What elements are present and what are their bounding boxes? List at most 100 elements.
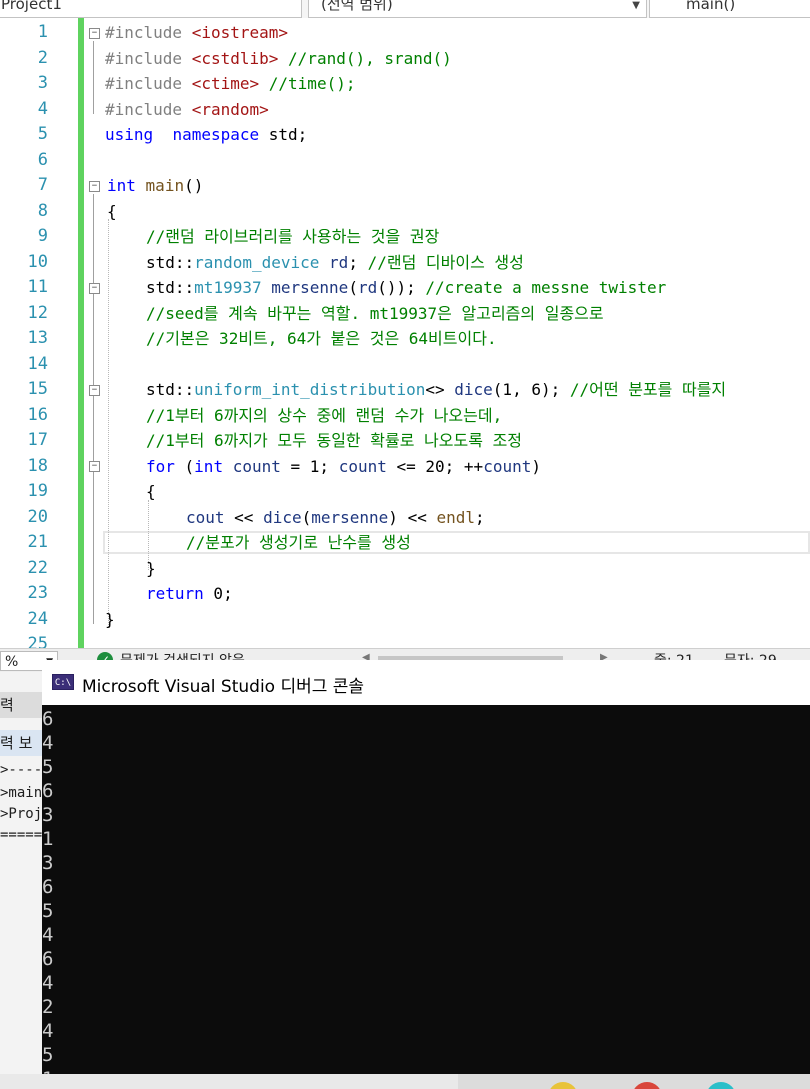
- console-output-line: 4: [42, 1020, 54, 1042]
- code-line[interactable]: }: [105, 607, 115, 633]
- code-token: //rand(), srand(): [278, 48, 452, 68]
- code-token: #include: [105, 23, 192, 42]
- code-line[interactable]: std::mt19937 mersenne(rd()); //create a …: [146, 275, 666, 301]
- line-number: 19: [27, 481, 48, 501]
- code-line[interactable]: int main(): [107, 173, 203, 199]
- code-token: std::: [146, 252, 195, 272]
- code-token: rd: [329, 252, 349, 272]
- console-output-line: 4: [42, 924, 54, 946]
- code-line[interactable]: {: [107, 199, 117, 225]
- code-line[interactable]: //1부터 6까지의 상수 중에 랜덤 수가 나오는데,: [146, 403, 502, 429]
- outline-line: [93, 399, 94, 446]
- code-line[interactable]: return 0;: [146, 581, 233, 607]
- code-token: for: [146, 456, 175, 476]
- code-token: std::: [146, 278, 195, 297]
- line-number: 3: [37, 73, 48, 93]
- console-output-line: 1: [42, 828, 54, 850]
- code-token: ;: [348, 252, 368, 272]
- console-output-line: 5: [42, 1044, 54, 1066]
- code-token: rd: [357, 278, 378, 297]
- code-token: //time();: [259, 74, 356, 93]
- code-line[interactable]: //1부터 6까지가 모두 동일한 확률로 나오도록 조정: [146, 428, 522, 454]
- code-token: (: [348, 278, 358, 297]
- console-output-line: 4: [42, 732, 54, 754]
- line-number: 20: [27, 506, 48, 527]
- code-token: random_device: [194, 252, 320, 272]
- code-token: }: [146, 558, 156, 578]
- code-line[interactable]: {: [146, 479, 156, 505]
- member-dropdown-label: main(): [686, 0, 736, 13]
- line-number: 9: [37, 226, 48, 246]
- code-token: int: [107, 176, 136, 195]
- scope-dropdown[interactable]: (전역 범위) ▼: [308, 0, 647, 18]
- code-line[interactable]: std::random_device rd; //랜덤 디바이스 생성: [146, 250, 524, 276]
- outline-line: [93, 297, 94, 357]
- navigation-bar: Project1 (전역 범위) ▼ main(): [0, 0, 810, 19]
- taskbar: [0, 1074, 810, 1089]
- code-line[interactable]: for (int count = 1; count <= 20; ++count…: [146, 454, 541, 480]
- line-number: 25: [27, 634, 48, 648]
- output-line: >main: [0, 785, 42, 801]
- chevron-down-icon: ▼: [632, 0, 640, 11]
- code-line[interactable]: //분포가 생성기로 난수를 생성: [186, 530, 411, 556]
- collapse-icon[interactable]: −: [89, 181, 100, 192]
- taskbar-area: [458, 1074, 810, 1089]
- line-number: 15: [27, 379, 48, 399]
- code-line[interactable]: cout << dice(mersenne) << endl;: [186, 505, 485, 531]
- code-line[interactable]: //기본은 32비트, 64가 붙은 것은 64비트이다.: [146, 326, 497, 352]
- line-number: 22: [27, 557, 48, 578]
- code-token: ());: [377, 278, 426, 297]
- line-number: 24: [27, 608, 48, 629]
- code-line[interactable]: #include <cstdlib> //rand(), srand(): [105, 46, 452, 72]
- debug-console-window[interactable]: C:\ Microsoft Visual Studio 디버그 콘솔 64563…: [42, 660, 810, 1074]
- code-line[interactable]: std::uniform_int_distribution<> dice(1, …: [146, 377, 726, 403]
- code-line[interactable]: #include <random>: [105, 97, 269, 123]
- code-token: dice: [263, 507, 302, 527]
- collapse-icon[interactable]: −: [89, 28, 100, 39]
- project-dropdown-label: Project1: [1, 0, 62, 13]
- code-editor[interactable]: 1 2 3 4 5 6 7 8 9 10 11 12 13 14 15 16 17 18 19 20 21 22 23 24 2…: [0, 18, 810, 648]
- code-token: //기본은 32비트, 64가 붙은 것은 64비트이다.: [146, 329, 497, 348]
- console-output-line: 2: [42, 996, 54, 1018]
- console-output-line: 6: [42, 708, 54, 730]
- code-token: int: [194, 456, 224, 476]
- code-line[interactable]: //랜덤 라이브러리를 사용하는 것을 권장: [146, 224, 439, 250]
- code-token: //create a messne twister: [425, 278, 667, 297]
- console-output-line: 6: [42, 948, 54, 970]
- line-number: 23: [27, 583, 48, 603]
- member-dropdown[interactable]: main(): [649, 0, 810, 18]
- code-token: std;: [259, 125, 308, 144]
- project-dropdown[interactable]: Project1: [0, 0, 302, 18]
- console-title: Microsoft Visual Studio 디버그 콘솔: [82, 677, 365, 697]
- console-output-line: 3: [42, 804, 54, 826]
- code-token: <= 20; ++: [386, 456, 484, 476]
- code-token: <<: [224, 507, 264, 527]
- line-number: 17: [27, 430, 48, 450]
- console-output-area[interactable]: 6456313654642451: [42, 705, 810, 1074]
- code-line[interactable]: #include <iostream>: [105, 20, 288, 46]
- console-title-bar[interactable]: C:\ Microsoft Visual Studio 디버그 콘솔: [42, 660, 810, 706]
- output-panel: 력 력 보 >---- >main >Proj =====: [0, 672, 42, 1089]
- output-tab[interactable]: 력: [0, 692, 42, 718]
- code-token: //랜덤 디바이스 생성: [367, 252, 524, 272]
- code-line[interactable]: //seed를 계속 바꾸는 역할. mt19937은 알고리즘의 일종으로: [146, 301, 604, 327]
- code-token: count: [338, 456, 387, 476]
- code-token: #include: [105, 99, 192, 119]
- code-line[interactable]: using namespace std;: [105, 122, 307, 148]
- output-source-label[interactable]: 력 보: [0, 730, 42, 756]
- collapse-icon[interactable]: −: [89, 385, 100, 396]
- code-line[interactable]: }: [146, 556, 156, 582]
- code-token: (: [301, 507, 312, 527]
- collapse-icon[interactable]: −: [89, 283, 100, 294]
- code-token: (1, 6);: [492, 380, 570, 399]
- change-tracking-bar: [78, 18, 84, 648]
- code-token: {: [107, 201, 117, 221]
- code-line[interactable]: #include <ctime> //time();: [105, 71, 355, 97]
- collapse-icon[interactable]: −: [89, 461, 100, 472]
- code-token: #include: [105, 48, 192, 68]
- code-token: //1부터 6까지가 모두 동일한 확률로 나오도록 조정: [146, 431, 523, 450]
